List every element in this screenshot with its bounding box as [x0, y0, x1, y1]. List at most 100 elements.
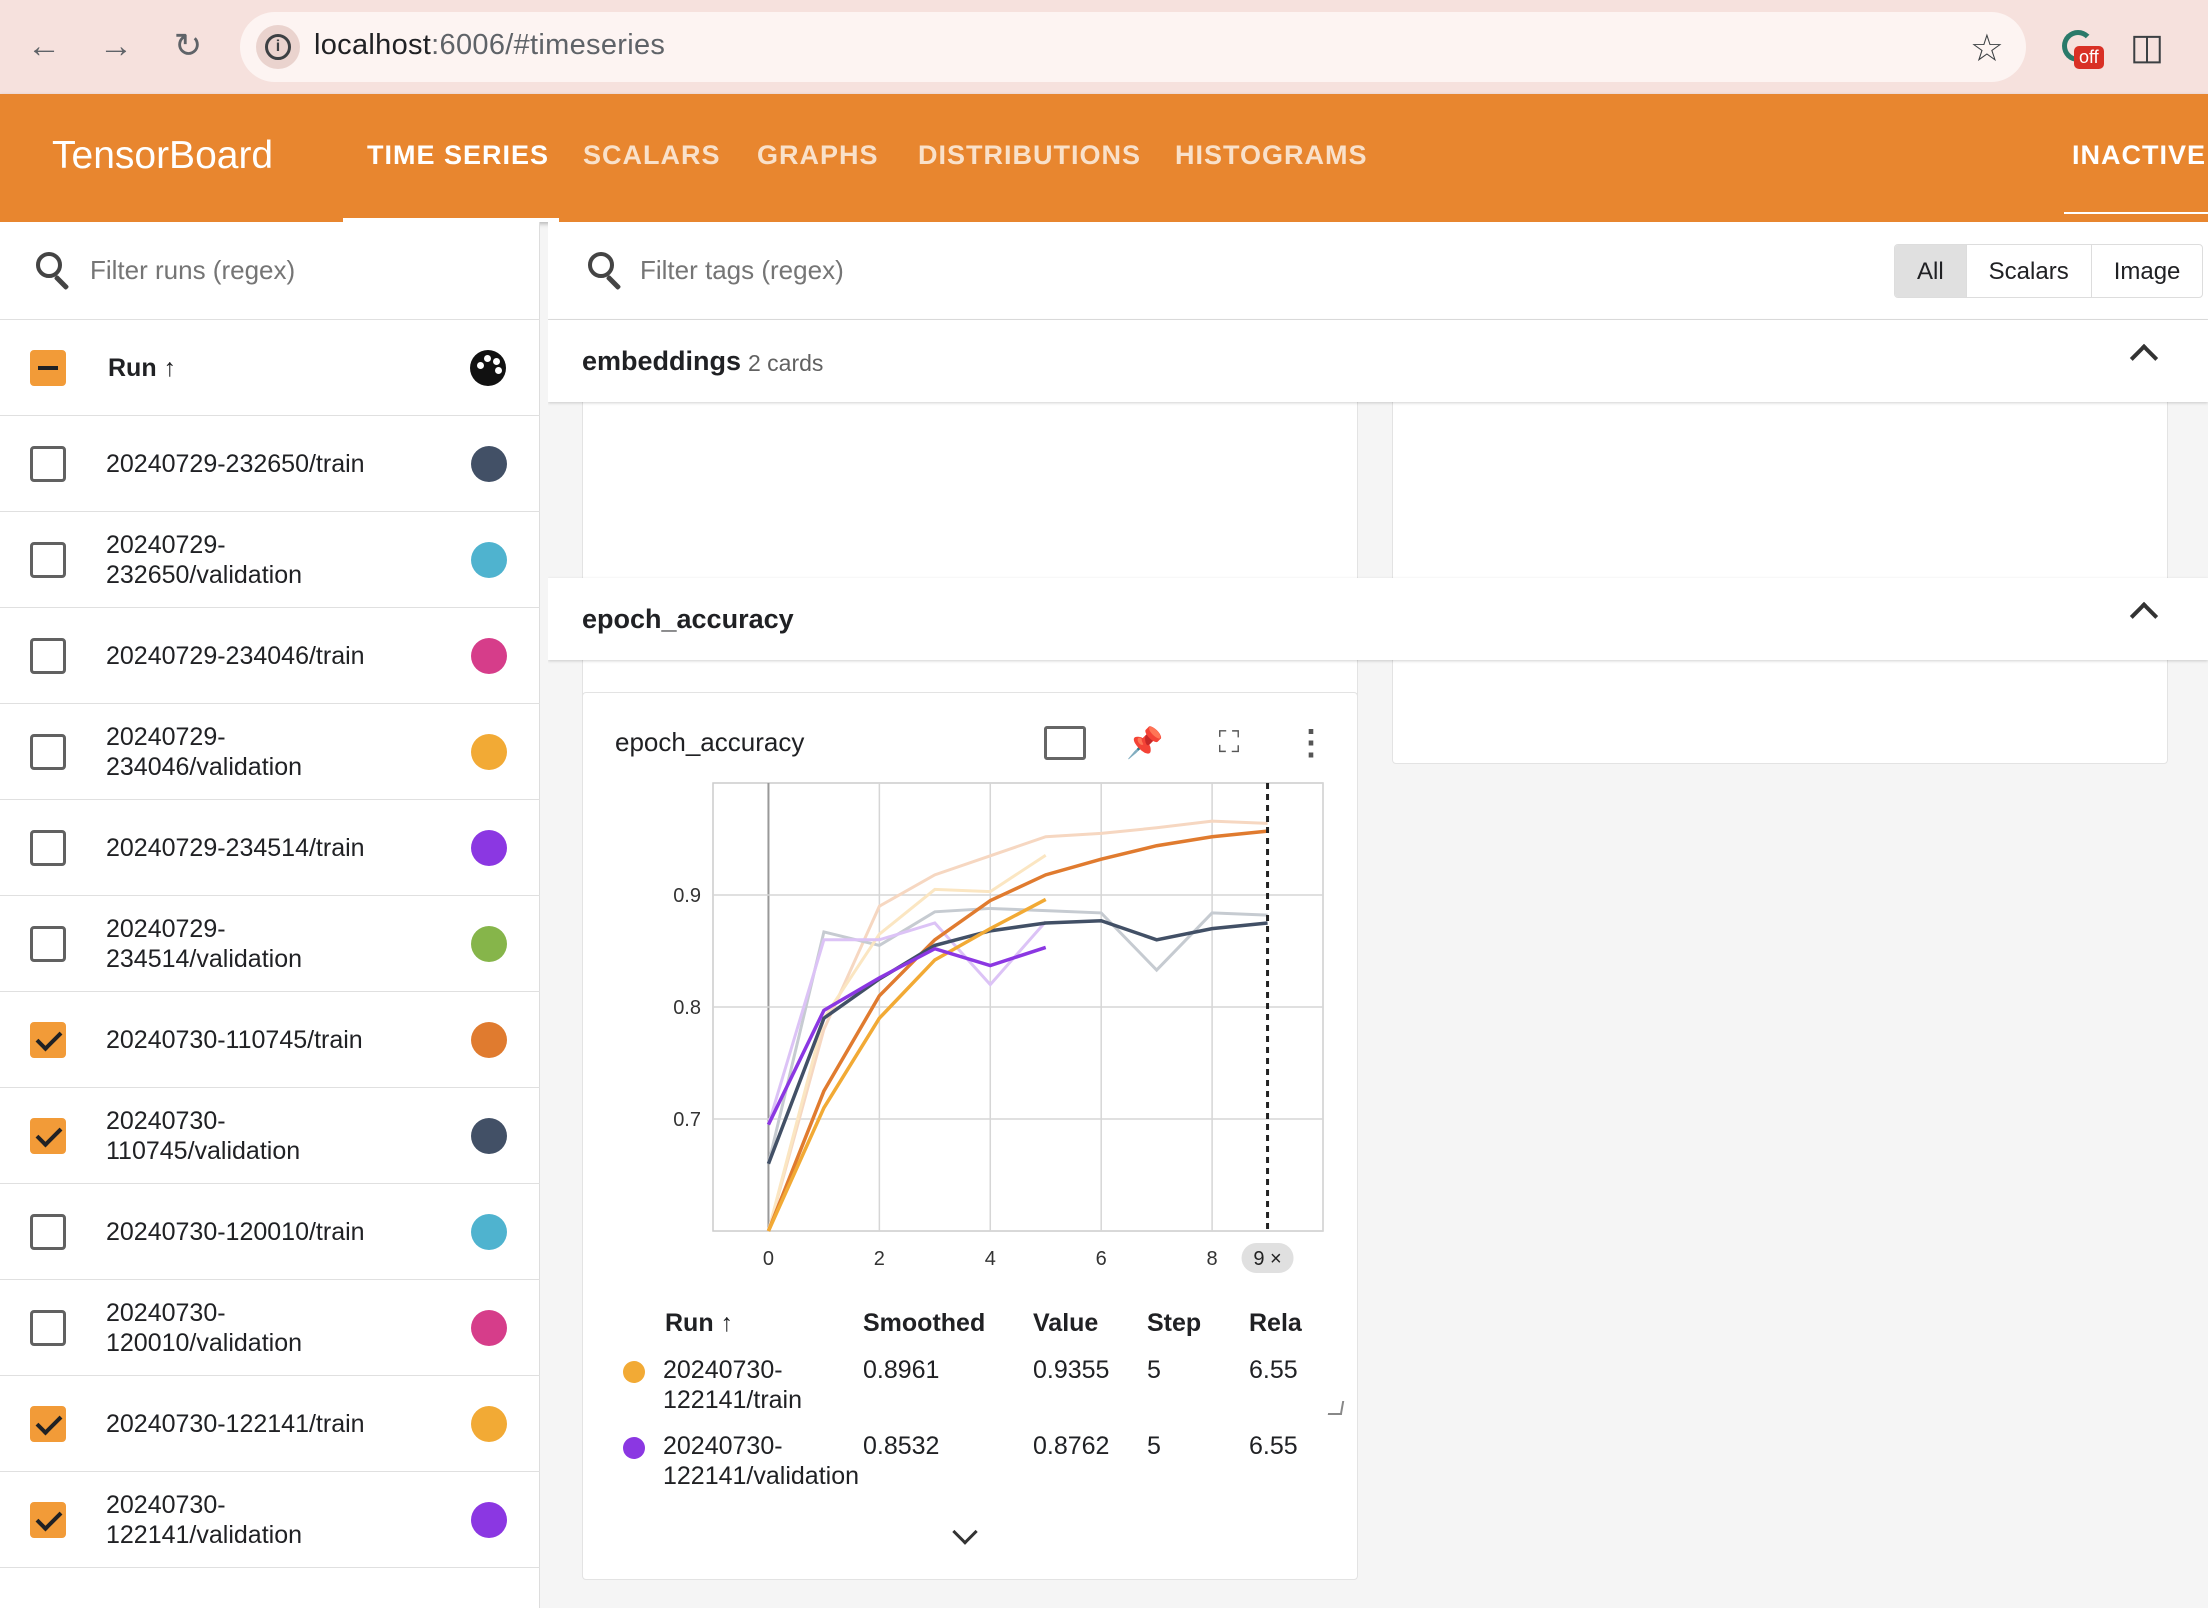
tab-scalars[interactable]: SCALARS: [583, 140, 721, 171]
run-color-swatch[interactable]: [471, 446, 507, 482]
legend-color-dot: [623, 1361, 645, 1383]
run-row[interactable]: 20240729-232650/validation: [0, 512, 540, 608]
select-all-checkbox[interactable]: [30, 350, 66, 386]
type-scalars-button[interactable]: Scalars: [1967, 245, 2092, 297]
run-checkbox[interactable]: [30, 830, 66, 866]
line-chart[interactable]: 0 2 4 6 8 0.7 0.8 0.9 9 ×: [583, 773, 1359, 1313]
reload-icon[interactable]: ↻: [164, 22, 212, 70]
run-color-swatch[interactable]: [471, 1310, 507, 1346]
legend-header-run[interactable]: Run ↑: [665, 1309, 733, 1338]
x-tick-label: 6: [1096, 1248, 1107, 1270]
tag-filter-bar: Filter tags (regex) All Scalars Image: [548, 222, 2208, 320]
extension-off-badge: off: [2074, 46, 2104, 69]
inactive-plugins-dropdown[interactable]: INACTIVE: [2072, 140, 2206, 171]
legend-smoothed-value: 0.8961: [863, 1356, 940, 1384]
run-color-swatch[interactable]: [471, 542, 507, 578]
group-header-epoch-accuracy[interactable]: epoch_accuracy: [548, 578, 2208, 660]
x-tick-label: 8: [1207, 1248, 1218, 1270]
run-checkbox[interactable]: [30, 1502, 66, 1538]
run-color-swatch[interactable]: [471, 638, 507, 674]
run-checkbox[interactable]: [30, 446, 66, 482]
legend-header-relative[interactable]: Rela: [1249, 1309, 1339, 1338]
extension-off-icon[interactable]: off: [2062, 28, 2106, 72]
run-row[interactable]: 20240730-122141/train: [0, 1376, 540, 1472]
scalar-card-epoch-accuracy: epoch_accuracy 📌 ⛶ ⋮ 0 2 4 6 8 0.7 0.8 0.9 9 × R…: [582, 692, 1358, 1580]
x-tick-label: 4: [985, 1248, 996, 1270]
legend-header-step[interactable]: Step: [1147, 1309, 1201, 1338]
collapse-chevron-icon[interactable]: [2129, 601, 2159, 631]
search-icon: [36, 252, 74, 291]
fullscreen-icon[interactable]: ⛶: [1207, 721, 1251, 765]
run-color-swatch[interactable]: [471, 734, 507, 770]
more-vert-icon[interactable]: ⋮: [1289, 721, 1333, 765]
bookmark-star-icon[interactable]: ☆: [1970, 26, 2004, 71]
type-image-button[interactable]: Image: [2092, 245, 2203, 297]
run-row[interactable]: 20240729-234514/validation: [0, 896, 540, 992]
run-checkbox[interactable]: [30, 542, 66, 578]
legend-relative-value: 6.55: [1249, 1432, 1298, 1460]
app-logo: TensorBoard: [52, 134, 274, 177]
tag-filter-input[interactable]: Filter tags (regex): [640, 255, 844, 286]
run-row[interactable]: 20240730-122141/validation: [0, 1472, 540, 1568]
url-text[interactable]: localhost:6006/#timeseries: [314, 29, 665, 62]
pin-icon[interactable]: 📌: [1123, 721, 1167, 765]
resize-handle-icon[interactable]: [1327, 1401, 1345, 1415]
site-info-icon[interactable]: i: [256, 25, 300, 69]
runs-sidebar: Filter runs (regex) Run ↑ 20240729-23265…: [0, 222, 540, 1608]
fit-domain-icon[interactable]: [1043, 721, 1087, 765]
forward-arrow-icon[interactable]: →: [92, 22, 140, 70]
run-color-swatch[interactable]: [471, 1022, 507, 1058]
run-name: 20240729-232650/validation: [106, 531, 302, 589]
run-column-header[interactable]: Run ↑: [108, 354, 176, 383]
run-color-swatch[interactable]: [471, 1502, 507, 1538]
run-checkbox[interactable]: [30, 1022, 66, 1058]
legend-header-smoothed[interactable]: Smoothed: [863, 1309, 985, 1338]
collapse-chevron-icon[interactable]: [2129, 343, 2159, 373]
run-color-swatch[interactable]: [471, 1406, 507, 1442]
legend-color-dot: [623, 1437, 645, 1459]
group-header-embeddings[interactable]: embeddings 2 cards: [548, 320, 2208, 402]
tab-time-series[interactable]: TIME SERIES: [367, 140, 549, 171]
group-title: embeddings: [582, 346, 742, 376]
run-row[interactable]: 20240730-120010/train: [0, 1184, 540, 1280]
address-bar[interactable]: i localhost:6006/#timeseries ☆: [240, 12, 2026, 82]
run-row[interactable]: 20240729-234046/train: [0, 608, 540, 704]
legend-smoothed-value: 0.8532: [863, 1432, 940, 1460]
run-color-swatch[interactable]: [471, 1214, 507, 1250]
step-badge-label: 9 ×: [1253, 1248, 1281, 1270]
run-name: 20240730-110745/train: [106, 1026, 363, 1054]
type-all-button[interactable]: All: [1895, 245, 1967, 297]
run-name: 20240729-234046/validation: [106, 723, 302, 781]
tab-graphs[interactable]: GRAPHS: [757, 140, 879, 171]
run-row[interactable]: 20240730-110745/validation: [0, 1088, 540, 1184]
run-checkbox[interactable]: [30, 1310, 66, 1346]
run-checkbox[interactable]: [30, 734, 66, 770]
expand-chevron-icon[interactable]: [952, 1519, 978, 1545]
extensions-puzzle-icon[interactable]: ◫: [2130, 26, 2164, 68]
run-color-swatch[interactable]: [471, 926, 507, 962]
run-color-swatch[interactable]: [471, 1118, 507, 1154]
run-checkbox[interactable]: [30, 1406, 66, 1442]
legend-header-value[interactable]: Value: [1033, 1309, 1098, 1338]
run-row[interactable]: 20240730-120010/validation: [0, 1280, 540, 1376]
run-checkbox[interactable]: [30, 638, 66, 674]
run-row[interactable]: 20240729-234514/train: [0, 800, 540, 896]
run-row[interactable]: 20240729-232650/train: [0, 416, 540, 512]
legend-relative-value: 6.55: [1249, 1356, 1298, 1384]
legend-step-value: 5: [1147, 1432, 1161, 1460]
run-row[interactable]: 20240730-110745/train: [0, 992, 540, 1088]
run-checkbox[interactable]: [30, 1118, 66, 1154]
run-filter-input[interactable]: Filter runs (regex): [90, 255, 295, 286]
tab-histograms[interactable]: HISTOGRAMS: [1175, 140, 1368, 171]
tab-distributions[interactable]: DISTRIBUTIONS: [918, 140, 1141, 171]
run-color-swatch[interactable]: [471, 830, 507, 866]
run-checkbox[interactable]: [30, 1214, 66, 1250]
legend-run-name: 20240730-122141/validation: [663, 1432, 859, 1490]
browser-toolbar: ← → ↻ i localhost:6006/#timeseries ☆ off…: [0, 0, 2208, 94]
histogram-card-right: -0.12-0.08-0.0400.040.080.120.160.: [1392, 382, 2168, 764]
run-name: 20240730-122141/train: [106, 1410, 365, 1438]
run-row[interactable]: 20240729-234046/validation: [0, 704, 540, 800]
back-arrow-icon[interactable]: ←: [20, 22, 68, 70]
palette-icon[interactable]: [470, 350, 506, 386]
run-checkbox[interactable]: [30, 926, 66, 962]
